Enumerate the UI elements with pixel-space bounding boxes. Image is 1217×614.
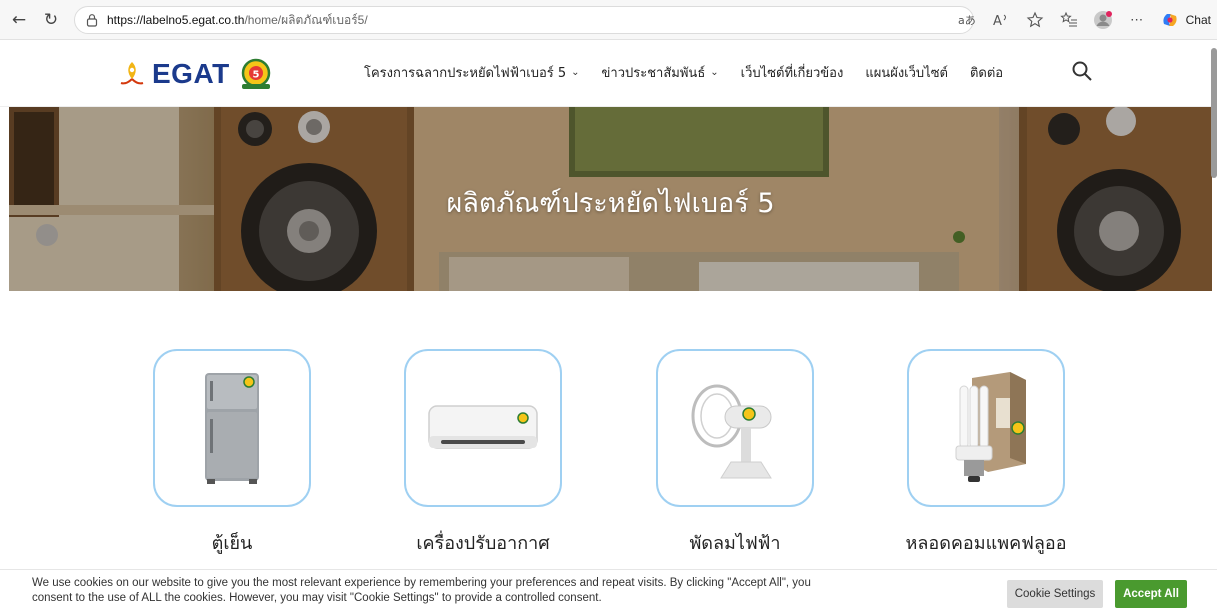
electric-fan-icon bbox=[691, 384, 772, 479]
product-image-box[interactable] bbox=[656, 349, 814, 507]
copilot-icon bbox=[1163, 14, 1177, 26]
menu-item-label: ข่าวประชาสัมพันธ์ bbox=[601, 66, 706, 81]
egat-emblem-icon bbox=[120, 62, 144, 85]
favorites-list-icon[interactable] bbox=[1058, 9, 1080, 31]
menu-item-sitemap[interactable]: แผนผังเว็บไซต์ bbox=[865, 62, 948, 83]
product-image-box[interactable] bbox=[153, 349, 311, 507]
accept-all-button[interactable]: Accept All bbox=[1115, 580, 1187, 608]
refresh-icon[interactable]: ↻ bbox=[38, 7, 64, 33]
product-card-refrigerator[interactable]: ตู้เย็น bbox=[153, 349, 311, 557]
cookie-settings-button[interactable]: Cookie Settings bbox=[1007, 580, 1103, 608]
main-menu: โครงการฉลากประหยัดไฟฟ้าเบอร์ 5 ⌄ ข่าวประ… bbox=[364, 62, 1025, 83]
profile-avatar-icon[interactable] bbox=[1092, 9, 1114, 31]
url-path: /home/ผลิตภัณฑ์เบอร์5/ bbox=[244, 12, 368, 27]
egat-logo[interactable]: EGAT 5 bbox=[118, 54, 276, 94]
refrigerator-icon bbox=[205, 373, 259, 484]
cookie-consent-bar: We use cookies on our website to give yo… bbox=[0, 569, 1217, 614]
back-icon[interactable]: ← bbox=[6, 7, 32, 33]
search-icon[interactable] bbox=[1071, 60, 1093, 82]
label-no5-mascot-icon: 5 bbox=[241, 58, 270, 89]
product-card-compact-fluorescent-lamp[interactable]: หลอดคอมแพคฟลูออ bbox=[905, 349, 1067, 557]
compact-fluorescent-lamp-icon bbox=[955, 372, 1026, 482]
product-label[interactable]: ตู้เย็น bbox=[102, 528, 362, 557]
menu-item-label: โครงการฉลากประหยัดไฟฟ้าเบอร์ 5 bbox=[364, 66, 567, 81]
more-options-icon[interactable]: ⋯ bbox=[1126, 9, 1148, 31]
svg-text:A: A bbox=[993, 14, 1002, 28]
svg-text:5: 5 bbox=[252, 70, 259, 81]
menu-item-label: ติดต่อ bbox=[969, 66, 1004, 81]
product-card-electric-fan[interactable]: พัดลมไฟฟ้า bbox=[656, 349, 814, 557]
page-scrollbar[interactable] bbox=[1211, 48, 1217, 178]
address-bar[interactable]: https://labelno5.egat.co.th /home/ผลิตภั… bbox=[74, 6, 974, 34]
menu-item-news[interactable]: ข่าวประชาสัมพันธ์ ⌄ bbox=[602, 62, 719, 83]
cookie-message: We use cookies on our website to give yo… bbox=[32, 577, 811, 604]
product-category-grid: ตู้เย็น เครื่องปรับอากาศ พัดลมไฟฟ้า หลอด… bbox=[0, 349, 1217, 569]
read-aloud-icon[interactable]: A bbox=[990, 9, 1012, 31]
chevron-down-icon: ⌄ bbox=[710, 67, 719, 78]
product-image-box[interactable] bbox=[907, 349, 1065, 507]
chat-label: Chat bbox=[1185, 13, 1211, 27]
url-host: https://labelno5.egat.co.th bbox=[107, 13, 245, 27]
menu-item-contact[interactable]: ติดต่อ bbox=[970, 62, 1003, 83]
hero-banner: ผลิตภัณฑ์ประหยัดไฟเบอร์ 5 bbox=[9, 107, 1212, 291]
product-label[interactable]: หลอดคอมแพคฟลูออ bbox=[856, 528, 1116, 557]
translate-icon[interactable]: aあ bbox=[956, 9, 978, 31]
product-label[interactable]: พัดลมไฟฟ้า bbox=[605, 528, 865, 557]
site-info-icon[interactable] bbox=[85, 13, 99, 27]
menu-item-label-project[interactable]: โครงการฉลากประหยัดไฟฟ้าเบอร์ 5 ⌄ bbox=[364, 62, 580, 83]
copilot-chat-button[interactable]: Chat bbox=[1160, 10, 1211, 30]
menu-item-related-sites[interactable]: เว็บไซต์ที่เกี่ยวข้อง bbox=[741, 62, 844, 83]
menu-item-label: แผนผังเว็บไซต์ bbox=[865, 66, 948, 81]
product-image-box[interactable] bbox=[404, 349, 562, 507]
browser-toolbar: ← ↻ https://labelno5.egat.co.th /home/ผล… bbox=[0, 0, 1217, 40]
menu-item-label: เว็บไซต์ที่เกี่ยวข้อง bbox=[740, 66, 844, 81]
product-label[interactable]: เครื่องปรับอากาศ bbox=[353, 528, 613, 557]
air-conditioner-icon bbox=[428, 405, 538, 449]
site-header: EGAT 5 โครงการฉลากประหยัดไฟฟ้าเบอร์ 5 ⌄ … bbox=[0, 40, 1217, 107]
product-card-air-conditioner[interactable]: เครื่องปรับอากาศ bbox=[404, 349, 562, 557]
logo-text: EGAT bbox=[152, 58, 230, 89]
svg-text:aあ: aあ bbox=[958, 14, 976, 27]
chevron-down-icon: ⌄ bbox=[571, 67, 580, 78]
favorite-star-icon[interactable] bbox=[1024, 9, 1046, 31]
page-title: ผลิตภัณฑ์ประหยัดไฟเบอร์ 5 bbox=[446, 188, 775, 219]
